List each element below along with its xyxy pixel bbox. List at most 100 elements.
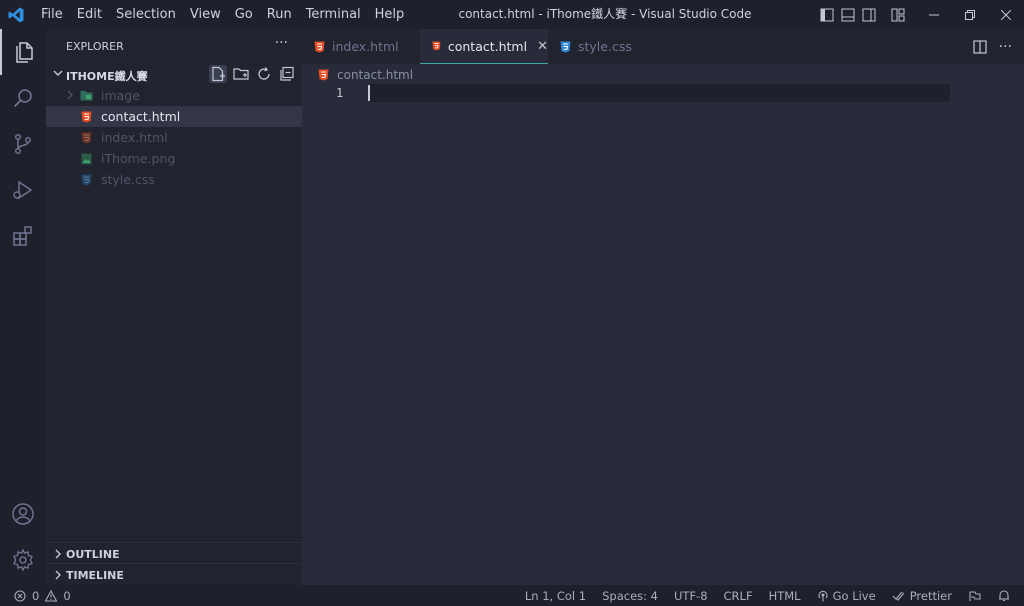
outline-section-header[interactable]: OUTLINE xyxy=(46,542,302,564)
chevron-right-icon xyxy=(67,90,73,100)
folder-toolbar xyxy=(209,63,296,85)
html-file-icon xyxy=(432,41,441,51)
menu-run[interactable]: Run xyxy=(260,0,299,29)
tree-item-label: image xyxy=(101,88,140,103)
refresh-icon[interactable] xyxy=(255,65,273,83)
toggle-panel-icon[interactable] xyxy=(837,0,858,29)
menu-file[interactable]: File xyxy=(34,0,70,29)
menu-terminal[interactable]: Terminal xyxy=(299,0,368,29)
explorer-more-actions[interactable]: ··· xyxy=(275,35,288,51)
tree-item-style-css[interactable]: style.css xyxy=(46,169,302,190)
accounts-icon[interactable] xyxy=(0,491,46,537)
close-window-button[interactable] xyxy=(988,0,1024,29)
image-folder-icon xyxy=(80,89,93,102)
encoding[interactable]: UTF-8 xyxy=(674,589,708,603)
chevron-down-icon xyxy=(53,70,63,76)
explorer-title: EXPLORER xyxy=(66,40,124,53)
new-file-icon[interactable] xyxy=(209,65,227,83)
tree-item-label: index.html xyxy=(101,130,168,145)
chevron-right-icon xyxy=(55,570,61,580)
error-count: 0 xyxy=(32,588,40,603)
new-folder-icon[interactable] xyxy=(232,65,250,83)
tab-label: contact.html xyxy=(447,38,528,54)
window-title: contact.html - iThome鐵人賽 - Visual Studio… xyxy=(458,7,752,21)
tab-label: style.css xyxy=(578,39,632,54)
tab-index-html[interactable]: index.html xyxy=(302,29,418,64)
menu-help[interactable]: Help xyxy=(368,0,412,29)
tree-item-contact-html[interactable]: contact.html xyxy=(46,106,302,127)
tab-style-css[interactable]: style.css xyxy=(548,29,648,64)
breadcrumb[interactable]: contact.html xyxy=(318,66,413,84)
menu-edit[interactable]: Edit xyxy=(70,0,109,29)
breadcrumb-file: contact.html xyxy=(337,68,414,82)
tree-item-image-folder[interactable]: image xyxy=(46,85,302,106)
workspace-folder-header[interactable]: ITHOME鐵人賽 xyxy=(46,63,302,85)
css-file-icon xyxy=(80,173,93,186)
html-file-icon xyxy=(80,110,93,123)
toggle-secondary-sidebar-icon[interactable] xyxy=(858,0,879,29)
warning-count: 0 xyxy=(63,588,71,603)
tree-item-index-html[interactable]: index.html xyxy=(46,127,302,148)
tree-item-ithome-png[interactable]: iThome.png xyxy=(46,148,302,169)
indentation[interactable]: Spaces: 4 xyxy=(602,589,658,603)
toggle-primary-sidebar-icon[interactable] xyxy=(816,0,837,29)
problems-indicator[interactable]: 0 0 xyxy=(14,585,71,606)
html-file-icon xyxy=(314,41,325,52)
language-mode[interactable]: HTML xyxy=(769,589,801,603)
run-debug-activity-icon[interactable] xyxy=(0,167,46,213)
explorer-sidebar: EXPLORER ··· ITHOME鐵人賽 image contact.htm… xyxy=(46,29,302,585)
html-file-icon xyxy=(80,131,93,144)
current-line-highlight xyxy=(368,84,950,102)
restore-button[interactable] xyxy=(952,0,988,29)
search-activity-icon[interactable] xyxy=(0,75,46,121)
extensions-activity-icon[interactable] xyxy=(0,213,46,259)
menu-go[interactable]: Go xyxy=(228,0,260,29)
editor-tabs: index.html contact.html ✕ style.css ··· xyxy=(302,29,1024,64)
editor-more-actions[interactable]: ··· xyxy=(999,39,1012,55)
go-live-label: Go Live xyxy=(832,588,876,603)
code-editor[interactable]: 1 xyxy=(302,84,1024,585)
close-tab-icon[interactable]: ✕ xyxy=(537,39,548,54)
explorer-activity-icon[interactable] xyxy=(0,29,46,75)
menu-bar: File Edit Selection View Go Run Terminal… xyxy=(34,0,411,29)
vscode-logo-icon xyxy=(8,7,24,23)
line-number: 1 xyxy=(336,86,344,100)
line-ending[interactable]: CRLF xyxy=(724,589,753,603)
editor-actions: ··· xyxy=(973,29,1012,64)
window-controls xyxy=(816,0,1024,29)
collapse-all-icon[interactable] xyxy=(278,65,296,83)
tab-contact-html[interactable]: contact.html ✕ xyxy=(420,29,548,64)
tab-label: index.html xyxy=(332,39,399,54)
title-bar: File Edit Selection View Go Run Terminal… xyxy=(0,0,1024,29)
warning-icon xyxy=(45,589,58,602)
split-editor-icon[interactable] xyxy=(973,39,987,54)
image-file-icon xyxy=(80,152,93,165)
minimize-button[interactable] xyxy=(916,0,952,29)
double-check-icon xyxy=(892,591,905,601)
text-cursor xyxy=(368,85,370,101)
timeline-section-header[interactable]: TIMELINE xyxy=(46,563,302,585)
tree-item-label: style.css xyxy=(101,172,155,187)
prettier-button[interactable]: Prettier xyxy=(892,589,952,603)
feedback-icon[interactable] xyxy=(968,590,982,602)
outline-label: OUTLINE xyxy=(66,548,120,561)
css-file-icon xyxy=(560,41,571,52)
prettier-label: Prettier xyxy=(909,588,952,603)
tree-item-label: iThome.png xyxy=(101,151,176,166)
error-icon xyxy=(14,589,26,602)
broadcast-icon xyxy=(818,590,828,601)
menu-view[interactable]: View xyxy=(183,0,228,29)
menu-selection[interactable]: Selection xyxy=(109,0,183,29)
status-bar: 0 0 Ln 1, Col 1 Spaces: 4 UTF-8 CRLF HTM… xyxy=(0,585,1024,606)
html-file-icon xyxy=(318,69,329,81)
activity-bar xyxy=(0,29,46,585)
workspace-folder-name: ITHOME鐵人賽 xyxy=(66,70,148,83)
manage-gear-icon[interactable] xyxy=(0,537,46,583)
notifications-bell-icon[interactable] xyxy=(998,589,1010,602)
tree-item-label: contact.html xyxy=(101,109,181,124)
go-live-button[interactable]: Go Live xyxy=(817,589,876,603)
source-control-activity-icon[interactable] xyxy=(0,121,46,167)
cursor-position[interactable]: Ln 1, Col 1 xyxy=(525,589,586,603)
customize-layout-icon[interactable] xyxy=(887,0,908,29)
chevron-right-icon xyxy=(55,549,61,559)
